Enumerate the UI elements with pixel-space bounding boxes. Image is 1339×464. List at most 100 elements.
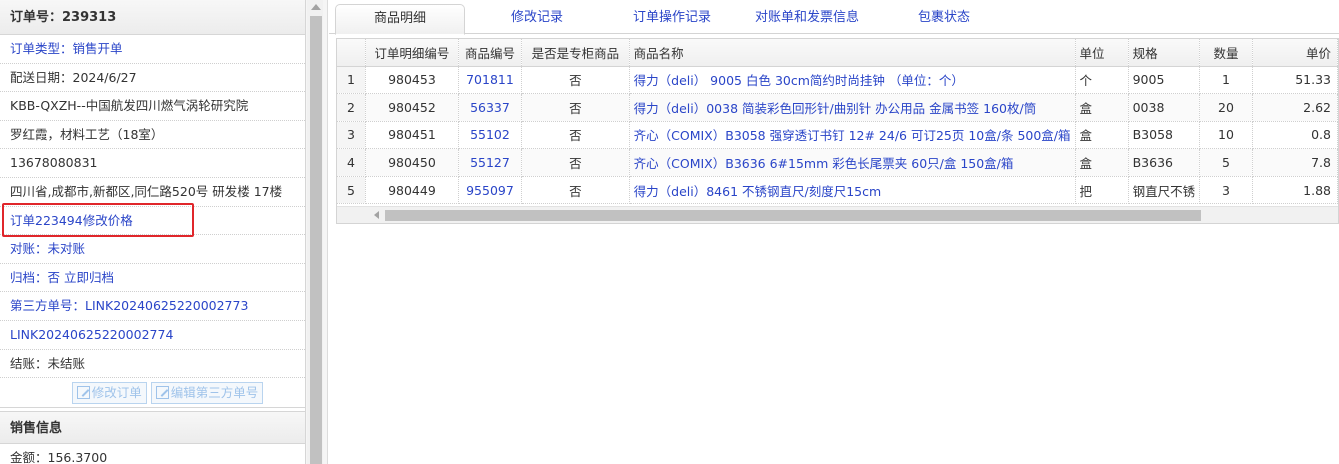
unit-cell: 个 [1075, 66, 1129, 95]
col-header-spec[interactable]: 规格 [1128, 39, 1201, 67]
spec-cell: 0038 [1128, 93, 1201, 122]
detail-tabs: 商品明细 修改记录 订单操作记录 对账单和发票信息 包裹状态 [329, 0, 1339, 35]
table-row[interactable]: 5 980449 955097 否 得力（deli）8461 不锈钢直尺/刻度尺… [337, 176, 1338, 205]
third-party-label: 第三方单号： [10, 298, 86, 314]
counter-product-cell: 否 [521, 148, 630, 177]
product-name-link[interactable]: 齐心（COMIX）B3058 强穿透订书钉 12# 24/6 可订25页 10盒… [629, 121, 1076, 150]
spec-cell: 9005 [1128, 66, 1201, 95]
col-header-rownum [337, 39, 366, 67]
archive-label: 归档： [10, 269, 48, 285]
order-type-row: 订单类型：销售开单 [0, 35, 305, 64]
customer-name: KBB-QXZH--中国航发四川燃气涡轮研究院 [0, 92, 305, 121]
quantity-cell: 20 [1199, 93, 1253, 122]
col-header-counter-product[interactable]: 是否是专柜商品 [521, 39, 630, 67]
quantity-cell: 3 [1199, 176, 1253, 205]
product-name-link[interactable]: 得力（deli） 9005 白色 30cm简约时尚挂钟 （单位：个） [629, 66, 1076, 95]
col-header-product-name[interactable]: 商品名称 [629, 39, 1076, 67]
delivery-address: 四川省,成都市,新都区,同仁路520号 研发楼 17楼 [0, 178, 305, 207]
third-party-number-1[interactable]: LINK20240625220002773 [85, 298, 248, 313]
counter-product-cell: 否 [521, 121, 630, 150]
product-name-link[interactable]: 齐心（COMIX）B3636 6#15mm 彩色长尾票夹 60只/盒 150盒/… [629, 148, 1076, 177]
edit-order-label: 修改订单 [91, 384, 142, 400]
tab-package-status[interactable]: 包裹状态 [889, 4, 999, 34]
counter-product-cell: 否 [521, 66, 630, 95]
col-header-detail-id[interactable]: 订单明细编号 [365, 39, 459, 67]
tab-statement-invoice[interactable]: 对账单和发票信息 [737, 4, 877, 34]
row-number: 5 [337, 176, 366, 205]
order-number-title: 订单号：239313 [0, 0, 305, 35]
contact-person: 罗红霞，材料工艺（18室） [0, 121, 305, 150]
panel-splitter[interactable] [306, 0, 328, 464]
unit-cell: 把 [1075, 176, 1129, 205]
table-row[interactable]: 4 980450 55127 否 齐心（COMIX）B3636 6#15mm 彩… [337, 148, 1338, 177]
col-header-product-id[interactable]: 商品编号 [458, 39, 523, 67]
price-change-row: 订单223494修改价格 [0, 207, 305, 236]
edit-third-party-label: 编辑第三方单号 [170, 384, 259, 400]
vertical-scroll-thumb[interactable] [310, 16, 322, 464]
detail-id-cell: 980451 [365, 121, 459, 150]
settle-label: 结账： [10, 355, 48, 371]
unit-price-cell: 7.8 [1252, 148, 1338, 177]
unit-cell: 盒 [1075, 148, 1129, 177]
col-header-unit[interactable]: 单位 [1075, 39, 1129, 67]
product-grid: 订单明细编号 商品编号 是否是专柜商品 商品名称 单位 规格 数量 单价 1 9… [336, 38, 1339, 224]
third-party-number-2[interactable]: LINK20240625220002774 [10, 327, 173, 342]
horizontal-scroll-thumb[interactable] [385, 210, 1201, 221]
table-row[interactable]: 2 980452 56337 否 得力（deli）0038 简装彩色回形针/曲别… [337, 93, 1338, 122]
detail-id-cell: 980449 [365, 176, 459, 205]
product-id-link[interactable]: 55102 [458, 121, 523, 150]
settle-value: 未结账 [47, 355, 86, 371]
unit-price-cell: 2.62 [1252, 93, 1338, 122]
action-buttons: 修改订单 编辑第三方单号 [0, 378, 305, 409]
table-row[interactable]: 1 980453 701811 否 得力（deli） 9005 白色 30cm简… [337, 66, 1338, 95]
table-header-row: 订单明细编号 商品编号 是否是专柜商品 商品名称 单位 规格 数量 单价 [337, 39, 1338, 67]
third-party-row: 第三方单号：LINK20240625220002773 [0, 292, 305, 321]
settle-row: 结账：未结账 [0, 350, 305, 379]
product-id-link[interactable]: 955097 [458, 176, 523, 205]
archive-value: 否 [47, 269, 61, 285]
detail-area: 商品明细 修改记录 订单操作记录 对账单和发票信息 包裹状态 订单明细编号 商品… [329, 0, 1339, 464]
quantity-cell: 1 [1199, 66, 1253, 95]
reconcile-row: 对账：未对账 [0, 235, 305, 264]
price-change-link[interactable]: 订单223494修改价格 [10, 213, 133, 228]
spec-cell: B3058 [1128, 121, 1201, 150]
table-row[interactable]: 3 980451 55102 否 齐心（COMIX）B3058 强穿透订书钉 1… [337, 121, 1338, 150]
product-id-link[interactable]: 701811 [458, 66, 523, 95]
quantity-cell: 5 [1199, 148, 1253, 177]
spec-cell: B3636 [1128, 148, 1201, 177]
unit-cell: 盒 [1075, 121, 1129, 150]
product-id-link[interactable]: 55127 [458, 148, 523, 177]
scroll-up-arrow-icon[interactable] [311, 4, 321, 10]
row-number: 4 [337, 148, 366, 177]
archive-row: 归档：否 立即归档 [0, 264, 305, 293]
horizontal-scrollbar[interactable] [337, 206, 1338, 223]
unit-price-cell: 51.33 [1252, 66, 1338, 95]
third-party-row-2: LINK20240625220002774 [0, 321, 305, 350]
reconcile-value: 未对账 [47, 241, 86, 257]
product-id-link[interactable]: 56337 [458, 93, 523, 122]
edit-order-button[interactable]: 修改订单 [71, 381, 147, 404]
tab-product-details[interactable]: 商品明细 [335, 4, 465, 35]
scroll-left-arrow-icon[interactable] [374, 211, 379, 219]
row-number: 3 [337, 121, 366, 150]
col-header-unit-price[interactable]: 单价 [1252, 39, 1338, 67]
vertical-scrollbar[interactable] [307, 0, 323, 464]
product-name-link[interactable]: 得力（deli）8461 不锈钢直尺/刻度尺15cm [629, 176, 1076, 205]
product-name-link[interactable]: 得力（deli）0038 简装彩色回形针/曲别针 办公用品 金属书签 160枚/… [629, 93, 1076, 122]
detail-id-cell: 980452 [365, 93, 459, 122]
sales-info-title: 销售信息 [0, 411, 305, 445]
unit-price-cell: 0.8 [1252, 121, 1338, 150]
edit-icon [155, 386, 169, 400]
order-info-panel: 订单号：239313 订单类型：销售开单 配送日期：2024/6/27 KBB-… [0, 0, 306, 464]
quantity-cell: 10 [1199, 121, 1253, 150]
contact-phone: 13678080831 [0, 149, 305, 178]
delivery-date: 配送日期：2024/6/27 [0, 64, 305, 93]
spec-cell: 钢直尺不锈 [1128, 176, 1201, 205]
tab-operation-log[interactable]: 订单操作记录 [607, 4, 737, 34]
detail-id-cell: 980453 [365, 66, 459, 95]
sales-amount: 金额：156.3700 [0, 444, 305, 464]
edit-third-party-button[interactable]: 编辑第三方单号 [150, 381, 264, 404]
tab-change-log[interactable]: 修改记录 [477, 4, 597, 34]
col-header-quantity[interactable]: 数量 [1199, 39, 1253, 67]
archive-now-link[interactable]: 立即归档 [64, 270, 114, 285]
